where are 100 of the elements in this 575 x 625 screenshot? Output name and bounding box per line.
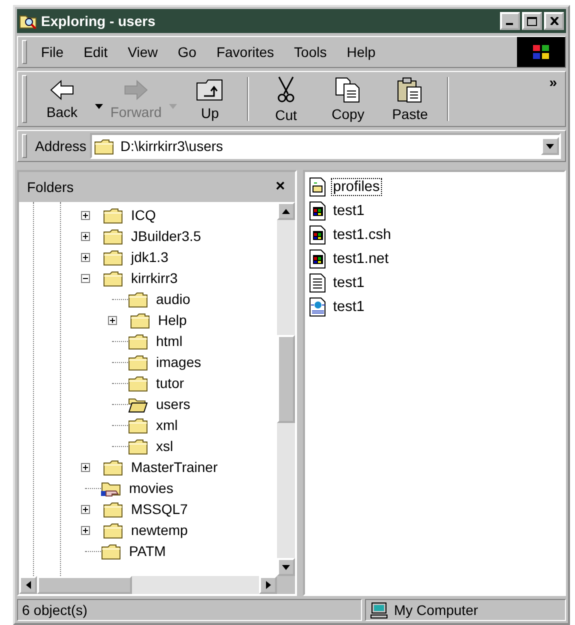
folder-icon: [103, 459, 123, 476]
flag-logo-icon: [532, 44, 550, 60]
program-file-icon: [309, 201, 327, 221]
folder-icon: [94, 138, 114, 154]
tree-item[interactable]: xsl: [154, 438, 176, 455]
menu-item[interactable]: Go: [168, 42, 206, 62]
caret-icon: [95, 104, 103, 108]
left-arrow-icon: [26, 581, 30, 589]
close-pane-button[interactable]: ×: [274, 178, 287, 196]
menu-item[interactable]: Help: [336, 42, 386, 62]
list-entry[interactable]: test1: [331, 274, 366, 292]
back-button[interactable]: Back: [31, 76, 93, 122]
minimize-button[interactable]: [500, 12, 520, 30]
folder-icon: [130, 312, 150, 329]
menu-item[interactable]: File: [31, 42, 74, 62]
tree-item[interactable]: MasterTrainer: [129, 459, 220, 476]
scroll-left-button[interactable]: [19, 576, 37, 594]
scroll-thumb[interactable]: [37, 576, 132, 594]
folder-icon: [103, 207, 123, 224]
scissors-icon: [276, 76, 296, 104]
tree-item[interactable]: images: [154, 354, 204, 371]
scroll-right-button[interactable]: [259, 576, 277, 594]
close-button[interactable]: [544, 12, 564, 30]
list-entry[interactable]: test1.net: [331, 250, 391, 268]
list-entry[interactable]: test1: [331, 298, 366, 316]
copy-button[interactable]: Copy: [317, 74, 379, 124]
caret-icon: [546, 144, 554, 148]
expand-box-icon[interactable]: [81, 253, 90, 262]
shortcut-icon: [309, 177, 327, 197]
folder-icon: [101, 543, 121, 560]
program-file-icon: [309, 225, 327, 245]
list-entry[interactable]: test1: [331, 202, 366, 220]
tree-item[interactable]: audio: [154, 291, 192, 308]
list-entry[interactable]: test1.csh: [331, 226, 394, 244]
maximize-icon: [527, 16, 537, 26]
menu-item[interactable]: Favorites: [206, 42, 284, 62]
expand-box-icon[interactable]: [81, 505, 90, 514]
list-entry[interactable]: profiles: [331, 178, 382, 196]
program-file-icon: [309, 249, 327, 269]
folder-icon: [128, 354, 148, 371]
tree-item[interactable]: tutor: [154, 375, 186, 392]
more-buttons-chevron[interactable]: »: [541, 72, 565, 92]
close-icon: [550, 17, 558, 25]
folder-icon: [103, 228, 123, 245]
expand-box-icon[interactable]: [81, 463, 90, 472]
tree-item[interactable]: xml: [154, 417, 180, 434]
folder-icon: [128, 333, 148, 350]
tree-item[interactable]: users: [154, 396, 192, 413]
web-page-icon: [309, 297, 327, 317]
address-label: Address: [34, 138, 88, 154]
maximize-button[interactable]: [522, 12, 542, 30]
expand-box-icon[interactable]: [81, 232, 90, 241]
address-field[interactable]: D:\kirrkirr3\users: [90, 133, 561, 159]
computer-icon: [370, 602, 388, 618]
explorer-icon: [19, 13, 37, 29]
scroll-down-button[interactable]: [277, 558, 295, 576]
tree-item[interactable]: Help: [156, 312, 189, 329]
tree-item[interactable]: movies: [127, 480, 176, 497]
folder-icon: [128, 375, 148, 392]
folder-icon: [128, 417, 148, 434]
scroll-thumb[interactable]: [277, 335, 295, 423]
caret-icon: [169, 104, 177, 108]
tree-item[interactable]: JBuilder3.5: [129, 228, 204, 245]
scrollbar-corner: [277, 576, 295, 594]
menu-item[interactable]: Tools: [284, 42, 337, 62]
text-file-icon: [309, 273, 327, 293]
back-arrow-icon: [49, 78, 75, 100]
up-button[interactable]: Up: [179, 76, 241, 122]
right-arrow-icon: [266, 581, 270, 589]
expand-box-icon[interactable]: [81, 211, 90, 220]
status-location: My Computer: [394, 602, 478, 618]
forward-arrow-icon: [123, 78, 149, 100]
horizontal-scrollbar[interactable]: [19, 576, 277, 594]
up-folder-icon: [196, 78, 224, 102]
tree-item[interactable]: MSSQL7: [129, 501, 190, 518]
status-text: 6 object(s): [17, 599, 362, 621]
menu-item[interactable]: View: [118, 42, 168, 62]
tree-item[interactable]: kirrkirr3: [129, 270, 180, 287]
expand-box-icon[interactable]: [81, 526, 90, 535]
scroll-up-button[interactable]: [277, 202, 295, 220]
dropdown-button[interactable]: [541, 137, 559, 155]
tree-item[interactable]: PATM: [127, 543, 168, 560]
folder-icon: [128, 291, 148, 308]
shared-folder-icon: [101, 480, 121, 497]
paste-button[interactable]: Paste: [379, 74, 441, 124]
folder-icon: [103, 249, 123, 266]
folder-icon: [103, 270, 123, 287]
clipboard-icon: [397, 76, 423, 102]
tree-item[interactable]: newtemp: [129, 522, 190, 539]
cut-button[interactable]: Cut: [255, 74, 317, 124]
expand-box-icon[interactable]: [108, 316, 117, 325]
tree-item[interactable]: html: [154, 333, 184, 350]
open-folder-icon: [128, 396, 148, 413]
pane-title: Folders: [27, 179, 74, 195]
tree-item[interactable]: jdk1.3: [129, 249, 170, 266]
tree-item[interactable]: ICQ: [129, 207, 158, 224]
window-title: Exploring - users: [41, 13, 156, 29]
vertical-scrollbar[interactable]: [277, 202, 295, 576]
collapse-box-icon[interactable]: [81, 274, 90, 283]
menu-item[interactable]: Edit: [74, 42, 118, 62]
